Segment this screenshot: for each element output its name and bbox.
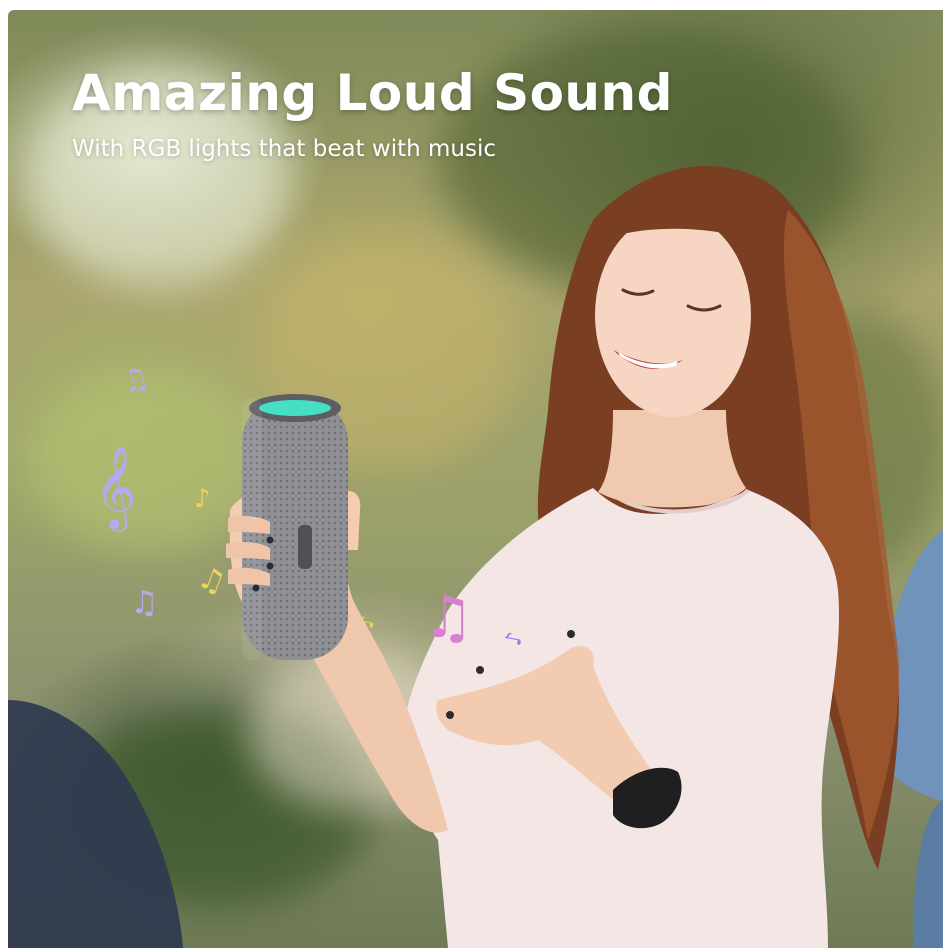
subheadline: With RGB lights that beat with music	[72, 136, 496, 162]
music-note-icon: ♪	[194, 484, 211, 514]
headline: Amazing Loud Sound	[72, 64, 673, 122]
treble-clef-icon: 𝄞	[94, 444, 137, 528]
foreground-person-left	[8, 700, 183, 948]
music-note-icon: ♫	[422, 583, 474, 651]
product-banner: ♫ 𝄞 ♪ ♫ ♫ ♪ ♫ ♪ Amazing Loud Sound With …	[8, 10, 943, 948]
woman-face	[595, 213, 751, 417]
speaker-rgb-light	[259, 400, 331, 416]
music-note-icon: ♫	[130, 583, 159, 621]
